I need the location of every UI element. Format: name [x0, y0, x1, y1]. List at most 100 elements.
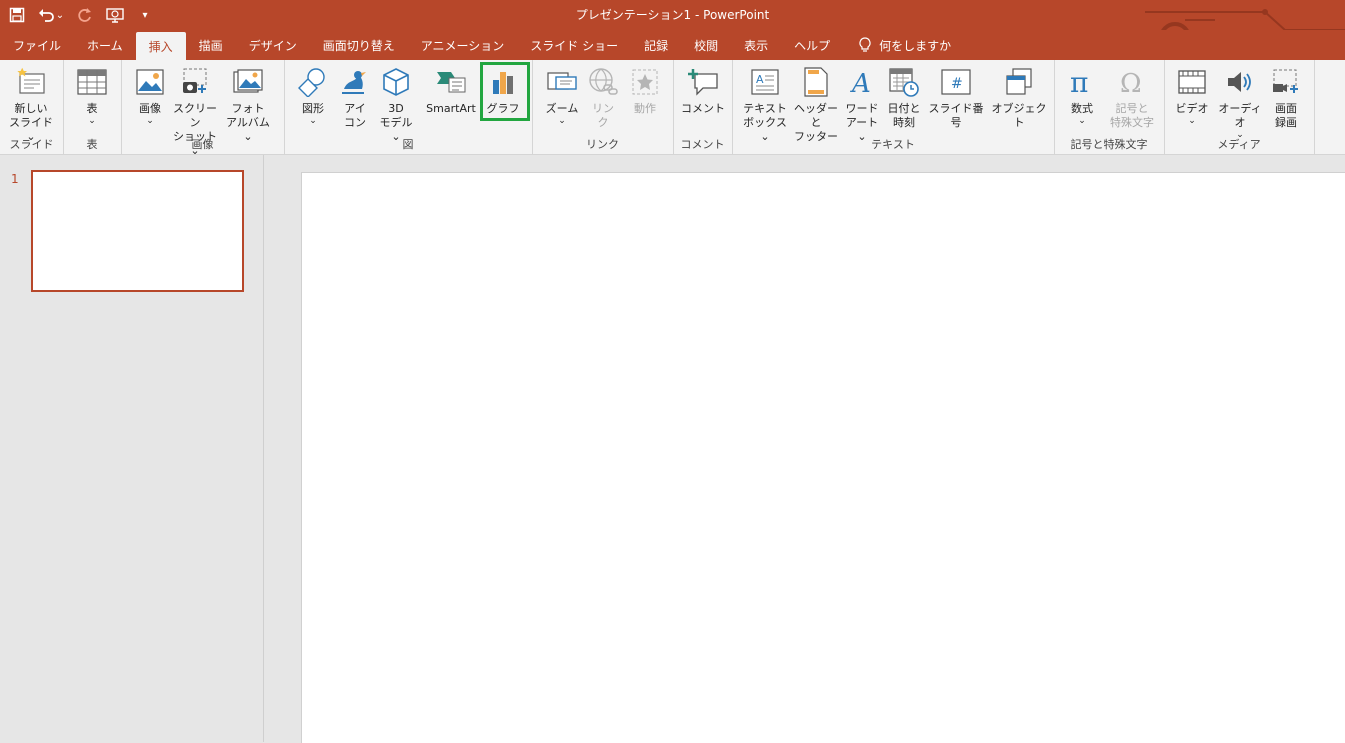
- action-button[interactable]: 動作: [626, 64, 664, 116]
- link-label-2: ク: [597, 116, 609, 129]
- smartart-label: SmartArt: [426, 102, 476, 115]
- table-label: 表: [86, 102, 98, 115]
- window-title: プレゼンテーション1 - PowerPoint: [575, 8, 770, 22]
- cube-icon: [383, 68, 409, 96]
- screen-recording-button[interactable]: 画面 録画: [1268, 64, 1304, 130]
- comment-button[interactable]: コメント: [681, 64, 725, 116]
- film-icon: [1178, 70, 1206, 94]
- date-time-label-2: 時刻: [893, 116, 915, 129]
- slide-number-icon: #: [941, 69, 971, 95]
- group-symbols: π 数式 ⌄ Ω 記号と 特殊文字 記号と特殊文字: [1054, 60, 1165, 154]
- tab-slide-show[interactable]: スライド ショー: [517, 30, 631, 60]
- icons-button[interactable]: アイ コン: [338, 64, 372, 130]
- table-chevron: ⌄: [88, 116, 96, 126]
- tab-view[interactable]: 表示: [731, 30, 781, 60]
- group-label-symbols: 記号と特殊文字: [1070, 138, 1148, 151]
- picture-button[interactable]: 画像 ⌄: [133, 64, 167, 126]
- group-tables: 表 ⌄ 表: [63, 60, 122, 154]
- icons-icon: [342, 71, 366, 94]
- title-bar: ⌄ ▾ プレゼンテーション1 - PowerPoint: [0, 0, 1345, 55]
- tab-transitions[interactable]: 画面切り替え: [310, 30, 408, 60]
- zoom-button[interactable]: ズーム ⌄: [542, 64, 582, 126]
- date-time-button[interactable]: 日付と 時刻: [884, 64, 924, 130]
- object-label: オブジェクト: [991, 102, 1047, 129]
- globe-link-icon: [589, 68, 618, 95]
- group-label-text: テキスト: [871, 138, 915, 151]
- smartart-button[interactable]: SmartArt: [422, 64, 480, 116]
- header-footer-label-1: ヘッダーと: [794, 102, 838, 129]
- wordart-icon: A: [850, 69, 871, 96]
- tell-me-box[interactable]: 何をしますか: [843, 30, 951, 60]
- group-label-images: 画像: [191, 138, 214, 151]
- group-comments: コメント コメント: [673, 60, 733, 154]
- slide-thumbnail[interactable]: [31, 170, 244, 292]
- pi-icon: π: [1070, 67, 1088, 97]
- tab-animations[interactable]: アニメーション: [408, 30, 518, 60]
- svg-text:Ω: Ω: [1120, 69, 1142, 97]
- group-images: 画像 ⌄ スクリーン ショット ⌄ フォト アルバム ⌄ 画像: [121, 60, 285, 157]
- action-star-icon: [632, 69, 658, 95]
- svg-text:A: A: [850, 69, 871, 96]
- group-label-links: リンク: [586, 138, 619, 151]
- screenshot-icon: [183, 68, 207, 93]
- textbox-button[interactable]: A テキスト ボックス ⌄: [740, 64, 790, 144]
- shapes-label: 図形: [302, 102, 324, 115]
- symbol-label-2: 特殊文字: [1110, 116, 1154, 129]
- group-label-comments: コメント: [680, 138, 725, 151]
- tab-file[interactable]: ファイル: [0, 30, 74, 60]
- group-links: ズーム ⌄ リン ク 動作 リンク: [532, 60, 674, 154]
- table-button[interactable]: 表 ⌄: [75, 64, 109, 126]
- photo-album-button[interactable]: フォト アルバム ⌄: [221, 64, 275, 144]
- textbox-label-1: テキスト: [743, 102, 787, 115]
- shapes-chevron: ⌄: [309, 116, 317, 126]
- video-label: ビデオ: [1175, 102, 1209, 115]
- zoom-label: ズーム: [545, 102, 579, 115]
- symbol-button[interactable]: Ω 記号と 特殊文字: [1104, 64, 1160, 130]
- new-slide-button[interactable]: 新しい スライド ⌄: [5, 64, 57, 144]
- picture-icon: [136, 69, 164, 95]
- header-footer-button[interactable]: ヘッダーと フッター: [792, 64, 840, 144]
- smartart-icon: [437, 72, 466, 93]
- tab-insert[interactable]: 挿入: [135, 32, 186, 60]
- icons-label-2: コン: [344, 116, 366, 129]
- svg-text:π: π: [1070, 67, 1088, 97]
- svg-text:A: A: [756, 73, 764, 86]
- textbox-icon: A: [751, 69, 779, 95]
- audio-button[interactable]: オーディオ ⌄: [1214, 64, 1266, 140]
- tab-design[interactable]: デザイン: [236, 30, 310, 60]
- group-label-tables: 表: [86, 138, 98, 151]
- zoom-icon: [547, 72, 577, 90]
- screenshot-label-1: スクリーン: [173, 102, 217, 129]
- action-label: 動作: [634, 102, 656, 115]
- tab-draw[interactable]: 描画: [186, 30, 236, 60]
- picture-label: 画像: [139, 102, 161, 115]
- chart-highlight-box: [480, 62, 530, 121]
- equation-label: 数式: [1071, 102, 1093, 115]
- svg-text:#: #: [951, 76, 963, 92]
- slide-canvas[interactable]: [301, 172, 1345, 743]
- shapes-icon: [298, 68, 325, 97]
- tab-record[interactable]: 記録: [631, 30, 681, 60]
- equation-button[interactable]: π 数式 ⌄: [1062, 64, 1102, 126]
- screen-recording-icon: [1273, 69, 1298, 93]
- tab-home[interactable]: ホーム: [74, 30, 136, 60]
- picture-chevron: ⌄: [146, 116, 154, 126]
- tell-me-text: 何をしますか: [879, 38, 952, 53]
- shapes-button[interactable]: 図形 ⌄: [296, 64, 330, 126]
- slide-number-button[interactable]: # スライド番号: [926, 64, 986, 130]
- tab-help[interactable]: ヘルプ: [781, 30, 843, 60]
- equation-chevron: ⌄: [1078, 116, 1086, 126]
- new-slide-icon: [17, 67, 45, 94]
- 3d-models-label-1: 3D: [388, 102, 404, 115]
- tab-review[interactable]: 校閲: [681, 30, 731, 60]
- table-icon: [77, 69, 107, 95]
- wordart-button[interactable]: A ワード アート ⌄: [842, 64, 882, 144]
- photo-album-label-1: フォト: [231, 102, 265, 115]
- object-button[interactable]: オブジェクト: [988, 64, 1050, 130]
- link-button[interactable]: リン ク: [586, 64, 620, 130]
- video-button[interactable]: ビデオ ⌄: [1174, 64, 1210, 126]
- group-slides: 新しい スライド ⌄ スライド: [0, 60, 64, 154]
- 3d-models-button[interactable]: 3D モデル ⌄: [374, 64, 418, 144]
- lightbulb-icon: [859, 37, 871, 52]
- ribbon-insert: 新しい スライド ⌄ スライド 表 ⌄ 表 画像 ⌄ スクリーン ショット ⌄ …: [0, 60, 1345, 157]
